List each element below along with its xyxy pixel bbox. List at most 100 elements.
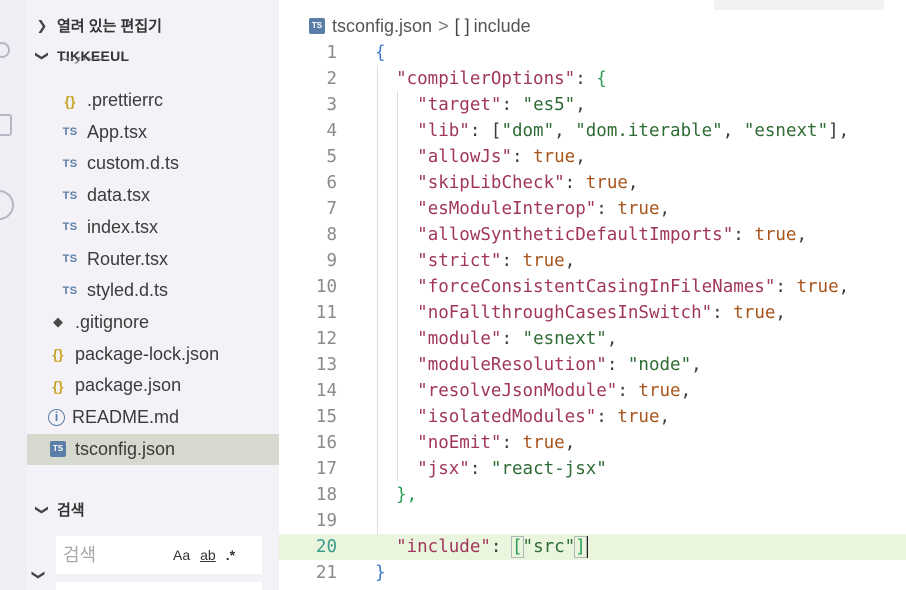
ts-icon: TS — [62, 189, 78, 202]
code-content: "forceConsistentCasingInFileNames": true… — [417, 277, 850, 297]
file-tree-item[interactable]: {} package-lock.json — [27, 339, 279, 370]
code-content: "isolatedModules": true, — [417, 407, 671, 427]
code-editor[interactable]: TS tsconfig.json > [ ] include 1{ 2 "com… — [279, 0, 906, 590]
code-content: "noFallthroughCasesInSwitch": true, — [417, 303, 786, 323]
line-number: 12 — [315, 329, 337, 349]
breadcrumb-file[interactable]: tsconfig.json — [332, 16, 432, 37]
file-tree-item[interactable]: i README.md — [27, 402, 279, 433]
line-number: 9 — [326, 251, 337, 271]
file-name: styled.d.ts — [87, 280, 169, 301]
clipped-folder-row[interactable]: styles — [27, 57, 279, 75]
code-line-2[interactable]: 2 "compilerOptions": { — [279, 66, 906, 92]
code-content: "target": "es5", — [417, 95, 586, 115]
file-tree-item[interactable]: TS data.tsx — [27, 180, 279, 211]
line-number: 19 — [315, 511, 337, 531]
line-number: 2 — [326, 69, 337, 89]
file-tree-item[interactable]: TS tsconfig.json — [27, 433, 279, 465]
code-line-11[interactable]: 11 "noFallthroughCasesInSwitch": true, — [279, 300, 906, 326]
code-line-5[interactable]: 5 "allowJs": true, — [279, 144, 906, 170]
code-line-19[interactable]: 19 — [279, 508, 906, 534]
line-number: 14 — [315, 381, 337, 401]
breadcrumb-symbol[interactable]: include — [474, 16, 531, 37]
chevron-down-icon[interactable]: ❯ — [30, 570, 46, 581]
open-editors-header[interactable]: ❯ 열려 있는 편집기 — [27, 10, 279, 41]
code-line-4[interactable]: 4 "lib": ["dom", "dom.iterable", "esnext… — [279, 118, 906, 144]
info-icon: i — [48, 409, 65, 426]
code-line-21[interactable]: 21} — [279, 560, 906, 586]
tsconfig-icon: TS — [50, 441, 66, 458]
breadcrumb-separator: > — [438, 15, 449, 36]
code-line-15[interactable]: 15 "isolatedModules": true, — [279, 404, 906, 430]
file-tree-item[interactable]: TS Router.tsx — [27, 244, 279, 275]
tsconfig-icon: TS — [309, 18, 325, 34]
code-content: } — [375, 563, 386, 583]
code-line-3[interactable]: 3 "target": "es5", — [279, 92, 906, 118]
code-line-13[interactable]: 13 "moduleResolution": "node", — [279, 352, 906, 378]
search-section-header[interactable]: ❯ 검색 — [27, 494, 279, 525]
code-line-12[interactable]: 12 "module": "esnext", — [279, 326, 906, 352]
whole-word-toggle[interactable]: ab — [200, 547, 216, 563]
code-line-17[interactable]: 17 "jsx": "react-jsx" — [279, 456, 906, 482]
file-name: custom.d.ts — [87, 153, 180, 174]
code-line-8[interactable]: 8 "allowSyntheticDefaultImports": true, — [279, 222, 906, 248]
file-tree-item[interactable]: TS index.tsx — [27, 212, 279, 243]
search-section-label: 검색 — [57, 502, 85, 519]
code-content: { — [375, 43, 386, 63]
code-line-16[interactable]: 16 "noEmit": true, — [279, 430, 906, 456]
source-control-icon[interactable] — [0, 42, 10, 58]
activity-bar — [0, 0, 27, 590]
line-number: 11 — [315, 303, 337, 323]
line-number: 13 — [315, 355, 337, 375]
file-name: tsconfig.json — [75, 438, 176, 459]
file-tree-item[interactable]: {} .prettierrc — [27, 85, 279, 116]
file-tree-item[interactable]: TS App.tsx — [27, 117, 279, 148]
line-number: 21 — [315, 563, 337, 583]
replace-input-edge — [56, 582, 262, 590]
code-content: "allowSyntheticDefaultImports": true, — [417, 225, 808, 245]
code-line-6[interactable]: 6 "skipLibCheck": true, — [279, 170, 906, 196]
ts-icon: TS — [62, 284, 78, 297]
extensions-icon[interactable] — [0, 114, 12, 136]
ts-icon: TS — [62, 157, 78, 170]
code-content: "include": ["src"] — [396, 536, 588, 558]
text-cursor — [585, 536, 588, 558]
ts-icon: TS — [62, 221, 78, 234]
code-line-10[interactable]: 10 "forceConsistentCasingInFileNames": t… — [279, 274, 906, 300]
file-name: .prettierrc — [87, 90, 164, 110]
code-line-7[interactable]: 7 "esModuleInterop": true, — [279, 196, 906, 222]
line-number: 5 — [326, 147, 337, 167]
search-box: Aa ab .* — [56, 536, 262, 574]
code-content: "allowJs": true, — [417, 147, 586, 167]
code-content: "jsx": "react-jsx" — [417, 459, 607, 479]
code-line-20[interactable]: 20 "include": ["src"] — [279, 534, 906, 560]
match-case-toggle[interactable]: Aa — [173, 547, 190, 563]
file-tree-item[interactable]: ◆ .gitignore — [27, 307, 279, 338]
git-icon: ◆ — [53, 314, 63, 330]
code-content: "module": "esnext", — [417, 329, 618, 349]
file-tree-item[interactable]: TS custom.d.ts — [27, 148, 279, 179]
file-name: App.tsx — [87, 121, 148, 142]
file-name: package.json — [75, 375, 182, 396]
code-line-9[interactable]: 9 "strict": true, — [279, 248, 906, 274]
code-line-14[interactable]: 14 "resolveJsonModule": true, — [279, 378, 906, 404]
chevron-right-icon: ❯ — [36, 17, 48, 33]
file-name: .gitignore — [75, 311, 150, 332]
line-number: 6 — [326, 173, 337, 193]
line-number: 15 — [315, 407, 337, 427]
code-line-18[interactable]: 18 }, — [279, 482, 906, 508]
file-tree-item[interactable]: {} package.json — [27, 370, 279, 401]
regex-toggle[interactable]: .* — [226, 547, 235, 563]
line-number: 20 — [315, 537, 337, 557]
file-name: README.md — [72, 407, 180, 427]
json-braces-icon: {} — [64, 92, 76, 109]
json-braces-icon: {} — [52, 377, 64, 394]
code-line-1[interactable]: 1{ — [279, 40, 906, 66]
file-name: index.tsx — [87, 216, 159, 237]
line-number: 4 — [326, 121, 337, 141]
remote-icon[interactable] — [0, 190, 14, 220]
clipped-folder-label: styles — [61, 57, 104, 65]
file-tree-item[interactable]: TS styled.d.ts — [27, 275, 279, 306]
search-input[interactable] — [63, 544, 163, 566]
line-number: 1 — [326, 43, 337, 63]
array-symbol-icon: [ ] — [454, 15, 470, 36]
